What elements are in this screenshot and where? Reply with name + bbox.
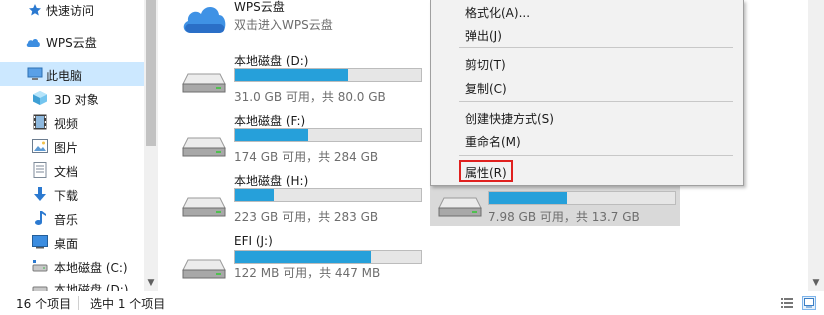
sidebar-item-label: 桌面 [54, 237, 79, 251]
sidebar-item-label: 音乐 [54, 213, 79, 227]
context-menu: 格式化(A)... 弹出(J) 剪切(T) 复制(C) 创建快捷方式(S) 重命… [430, 0, 744, 186]
sidebar-item-label: 文档 [54, 165, 79, 179]
wps-cloud-subtitle: 双击进入WPS云盘 [234, 18, 333, 32]
music-note-icon [32, 210, 48, 226]
drive-usage-text: 31.0 GB 可用，共 80.0 GB [234, 90, 386, 104]
selected-count: 选中 1 个项目 [90, 297, 166, 311]
sidebar-item-label: 视频 [54, 117, 79, 131]
drive-tile-h[interactable]: 本地磁盘 (H:) 223 GB 可用，共 283 GB [174, 168, 434, 224]
sidebar-item-desktop[interactable]: 桌面 [0, 230, 144, 254]
sidebar-item-label: WPS云盘 [46, 36, 97, 50]
desktop-icon [32, 234, 48, 250]
drive-name: 本地磁盘 (D:) [234, 54, 309, 68]
sidebar-item-quick-access[interactable]: 快速访问 [0, 0, 144, 22]
menu-item-eject[interactable]: 弹出(J) [465, 27, 502, 44]
drive-usage-fill [235, 189, 275, 201]
sidebar-scrollbar-thumb[interactable] [146, 0, 156, 146]
drive-usage-bar [234, 250, 422, 264]
menu-separator [459, 155, 733, 156]
navigation-pane: 快速访问 WPS云盘 此电脑 3D 对象 视频 图片 文档 下载 音乐 桌面 本… [0, 0, 158, 291]
menu-item-copy[interactable]: 复制(C) [465, 80, 507, 97]
menu-separator [459, 47, 733, 48]
cloud-icon [25, 34, 41, 50]
large-icons-view-icon[interactable] [802, 296, 816, 310]
sidebar-item-this-pc[interactable]: 此电脑 [0, 62, 144, 86]
sidebar-item-label: 快速访问 [46, 4, 95, 18]
drive-usage-fill [489, 192, 568, 204]
sidebar-item-label: 本地磁盘 (C:) [54, 261, 128, 275]
hard-drive-icon [438, 196, 482, 218]
drive-tile-j[interactable]: EFI (J:) 122 MB 可用，共 447 MB [174, 230, 434, 286]
menu-item-rename[interactable]: 重命名(M) [465, 133, 521, 150]
sidebar-item-drive-c[interactable]: 本地磁盘 (C:) [0, 254, 144, 278]
drive-tile-d[interactable]: 本地磁盘 (D:) 31.0 GB 可用，共 80.0 GB [174, 48, 434, 104]
sidebar-item-label: 3D 对象 [54, 93, 99, 107]
drive-name: 本地磁盘 (H:) [234, 174, 309, 188]
drive-usage-bar [234, 68, 422, 82]
wps-cloud-name: WPS云盘 [234, 0, 285, 14]
chevron-down-icon[interactable]: ▼ [808, 276, 824, 290]
drive-usage-text: 174 GB 可用，共 284 GB [234, 150, 379, 164]
cube-icon [32, 90, 48, 106]
drive-icon [32, 258, 48, 274]
drive-usage-fill [235, 251, 371, 263]
drive-usage-bar [234, 128, 422, 142]
drive-tile-f[interactable]: 本地磁盘 (F:) 174 GB 可用，共 284 GB [174, 108, 434, 164]
drive-usage-bar [488, 191, 676, 205]
sidebar-item-label: 本地磁盘 (D:) [54, 283, 129, 291]
drive-usage-text: 7.98 GB 可用，共 13.7 GB [488, 210, 640, 224]
status-divider [78, 296, 79, 310]
details-view-icon[interactable] [780, 296, 794, 310]
sidebar-item-label: 图片 [54, 141, 79, 155]
menu-separator [459, 101, 733, 102]
chevron-down-icon[interactable]: ▼ [144, 276, 157, 290]
drive-usage-text: 122 MB 可用，共 447 MB [234, 266, 381, 280]
wps-cloud-icon [180, 0, 228, 36]
sidebar-item-music[interactable]: 音乐 [0, 206, 144, 230]
sidebar-item-pictures[interactable]: 图片 [0, 134, 144, 158]
hard-drive-icon [182, 196, 226, 218]
sidebar-item-wps-cloud[interactable]: WPS云盘 [0, 30, 144, 54]
hard-drive-icon [182, 258, 226, 280]
item-count: 16 个项目 [16, 297, 72, 311]
status-bar: 16 个项目 选中 1 个项目 [0, 291, 824, 315]
drive-usage-fill [235, 129, 308, 141]
star-icon [27, 2, 43, 18]
sidebar-scrollbar[interactable]: ▼ [144, 0, 157, 291]
hard-drive-icon [182, 136, 226, 158]
film-icon [32, 114, 48, 130]
computer-icon [27, 66, 43, 82]
download-arrow-icon [32, 186, 48, 202]
content-scrollbar[interactable]: ▼ [808, 0, 824, 291]
menu-item-cut[interactable]: 剪切(T) [465, 56, 506, 73]
picture-icon [32, 138, 48, 154]
properties-highlight-box [459, 160, 513, 182]
sidebar-item-videos[interactable]: 视频 [0, 110, 144, 134]
sidebar-item-3d-objects[interactable]: 3D 对象 [0, 86, 144, 110]
drive-usage-bar [234, 188, 422, 202]
wps-cloud-tile[interactable]: WPS云盘 双击进入WPS云盘 [174, 0, 434, 50]
menu-item-format[interactable]: 格式化(A)... [465, 4, 530, 21]
drive-usage-text: 223 GB 可用，共 283 GB [234, 210, 379, 224]
drive-icon [32, 282, 48, 291]
sidebar-item-documents[interactable]: 文档 [0, 158, 144, 182]
sidebar-item-drive-d[interactable]: 本地磁盘 (D:) [0, 278, 144, 291]
hard-drive-icon [182, 72, 226, 94]
drive-usage-fill [235, 69, 349, 81]
sidebar-item-label: 此电脑 [46, 69, 83, 83]
menu-item-create-shortcut[interactable]: 创建快捷方式(S) [465, 110, 554, 127]
document-icon [32, 162, 48, 178]
sidebar-item-downloads[interactable]: 下载 [0, 182, 144, 206]
drive-name: 本地磁盘 (F:) [234, 114, 306, 128]
drive-name: EFI (J:) [234, 234, 273, 248]
sidebar-item-label: 下载 [54, 189, 79, 203]
